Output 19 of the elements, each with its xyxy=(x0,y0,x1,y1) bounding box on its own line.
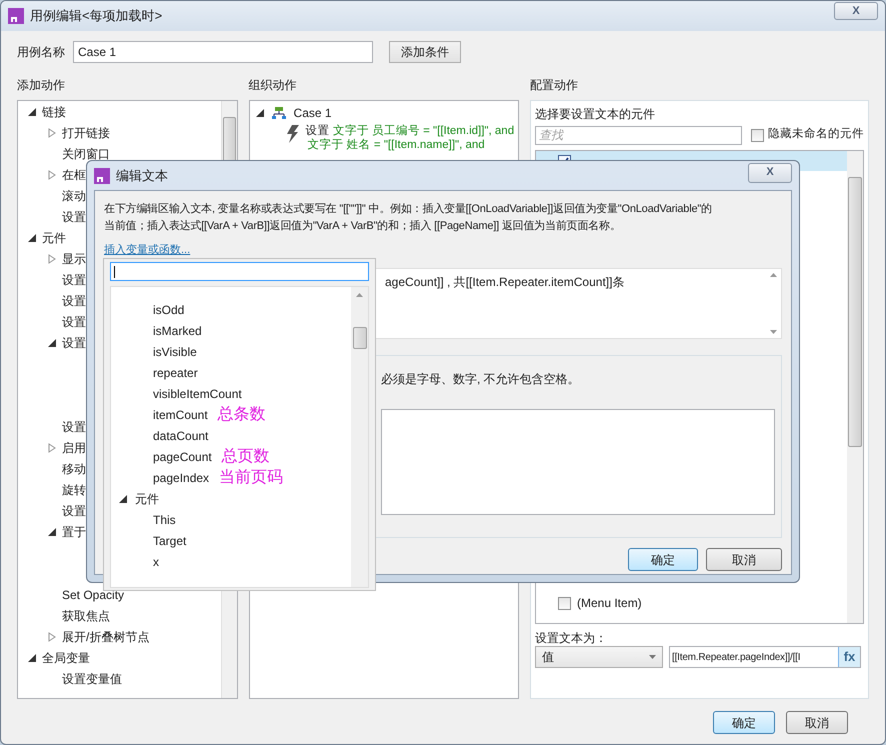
section-heading: 配置动作 xyxy=(530,77,579,94)
section-heading: 添加动作 xyxy=(17,77,66,94)
note-text: 必须是字母、数字, 不允许包含空格。 xyxy=(381,371,581,388)
annotation-text: 总条数 xyxy=(218,406,266,424)
field-label: 用例名称 xyxy=(17,44,66,60)
dialog-title: 编辑文本 xyxy=(116,166,168,185)
annotation-text: 当前页码 xyxy=(219,468,284,486)
annotation-text: 总页数 xyxy=(222,448,270,466)
action-verb: 设置 xyxy=(306,125,330,137)
prompt-text: 选择要设置文本的元件 xyxy=(535,106,656,123)
description-text: 在下方编辑区输入文本, 变量名称或表达式要写在 "[[""]]" 中。例如：插入变量[[OnLoadVariable]]返回值为变量"OnLoadVariable"的 xyxy=(104,202,713,217)
checkbox-label: 隐藏未命名的元件 xyxy=(768,126,864,142)
field-label: 设置文本为： xyxy=(535,630,608,645)
widget-label: (Menu Item) xyxy=(577,595,642,612)
section-heading: 组织动作 xyxy=(248,77,298,94)
description-text: 当前值；插入表达式[[VarA + VarB]]返回值为"VarA + VarB"的和；插入 [[PageName]] 返回值为当前页面名称。 xyxy=(104,219,622,234)
action-text: 文字于 姓名 = "[[Item.name]]", and xyxy=(308,138,486,152)
window-title: 用例编辑<每项加载时> xyxy=(30,7,162,26)
action-text: 文字于 员工编号 = "[[Item.id]]", and xyxy=(332,125,514,137)
